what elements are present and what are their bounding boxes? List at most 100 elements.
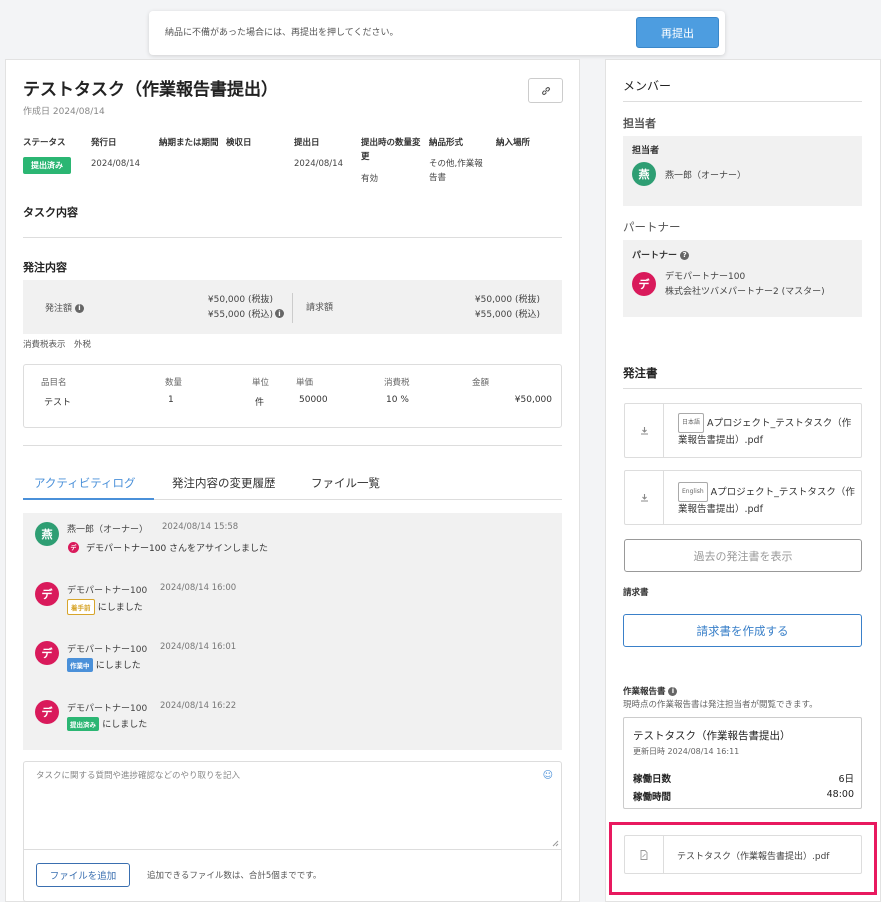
po-title: 発注書 [623,366,658,380]
order-ex-tax: ¥50,000 (税抜) [207,295,273,305]
divider [623,388,862,389]
comment-placeholder: タスクに関する質問や進捗確認などのやり取りを記入 [36,771,241,781]
partner-label-text: パートナー [632,251,678,261]
table-cell: 件 [255,398,265,408]
invoice-title: 請求書 [623,588,649,598]
items-table: 品目名 数量 単位 単価 消費税 金額 テスト 1 件 50000 10 % ¥… [23,364,562,428]
po-doc-name: 日本語 Aプロジェクト_テストタスク（作業報告書提出）.pdf [678,413,858,449]
invoice-in-tax: ¥55,000 (税込) [474,310,540,320]
divider [292,293,293,323]
link-icon [541,86,550,95]
mini-avatar: デ [68,542,79,553]
col-header: 金額 [472,378,490,388]
report-title-text: 作業報告書 [623,687,666,697]
work-hours-label: 稼働時間 [633,792,672,803]
col-header: 単価 [296,378,314,388]
order-amount-label: 発注額 i [45,301,84,314]
activity-user: デモパートナー100 [67,586,148,596]
comment-box: タスクに関する質問や進捗確認などのやり取りを記入 ☺ ファイルを追加 追加できる… [23,761,562,902]
place-header: 納入場所 [496,138,531,148]
assignee-title: 担当者 [623,117,656,130]
invoice-amount-label: 請求額 [306,303,334,313]
language-tag: 日本語 [678,413,705,433]
smile-icon[interactable]: ☺ [543,770,553,781]
task-content-heading: タスク内容 [23,206,78,219]
work-hours-value: 48:00 [826,789,854,800]
col-header: 単位 [252,378,270,388]
table-cell: ¥50,000 [514,395,552,405]
activity-message: デモパートナー100 さんをアサインしました [86,544,269,554]
qty-change-header: 提出時の数量変更 [361,138,421,162]
avatar: デ [35,700,59,724]
activity-user: デモパートナー100 [67,704,148,714]
activity-status-change: 提出済み にしました [67,717,147,731]
report-file-name: テストタスク（作業報告書提出）.pdf [677,852,830,862]
col-header: 消費税 [384,378,410,388]
info-icon[interactable]: i [74,303,84,313]
activity-log: 燕 燕一郎（オーナー） 2024/08/14 15:58 デ デモパートナー10… [23,513,562,750]
copy-link-button[interactable] [528,78,563,103]
activity-time: 2024/08/14 15:58 [162,522,239,532]
avatar: 燕 [35,522,59,546]
order-content-heading: 発注内容 [23,261,67,274]
create-invoice-button[interactable]: 請求書を作成する [623,614,862,647]
work-days-label: 稼働日数 [633,774,672,785]
tab-change-history[interactable]: 発注内容の変更履歴 [172,475,276,491]
past-po-button[interactable]: 過去の発注書を表示 [624,539,862,572]
order-in-tax: ¥55,000 (税込) [207,310,273,320]
status-cell: 提出済み [23,157,71,174]
tab-activity-log[interactable]: アクティビティログ [34,475,136,491]
partner-title: パートナー [623,220,681,234]
col-header: 品目名 [41,378,67,388]
po-doc-name: English Aプロジェクト_テストタスク（作業報告書提出）.pdf [678,482,858,518]
status-badge: 着手前 [67,599,95,615]
info-icon[interactable]: i [275,309,284,318]
table-cell: テスト [44,398,72,408]
po-document-en[interactable]: English Aプロジェクト_テストタスク（作業報告書提出）.pdf [624,470,862,525]
activity-message: にしました [95,661,141,671]
report-card-title: テストタスク（作業報告書提出） [633,730,791,742]
comment-input[interactable]: タスクに関する質問や進捗確認などのやり取りを記入 ☺ [24,762,561,850]
table-cell: 50000 [299,395,328,405]
divider [623,101,862,102]
invoice-ex-tax: ¥50,000 (税抜) [474,295,540,305]
work-days-value: 6日 [838,774,854,785]
report-note: 現時点の作業報告書は発注担当者が閲覧できます。 [623,700,818,710]
partner-company: 株式会社ツバメパートナー2 (マスター) [665,287,825,297]
avatar: デ [632,272,656,296]
members-title: メンバー [623,79,672,93]
report-file[interactable]: テストタスク（作業報告書提出）.pdf [624,835,862,874]
divider [23,445,562,446]
activity-time: 2024/08/14 16:00 [160,583,237,593]
resize-handle-icon[interactable] [552,840,559,847]
download-icon[interactable] [625,471,664,524]
partner-name: デモパートナー100 [665,272,746,282]
resubmit-button[interactable]: 再提出 [636,17,719,48]
tab-file-list[interactable]: ファイル一覧 [311,475,380,491]
assignee-box: 担当者 燕 燕一郎（オーナー） [623,136,862,206]
partner-label: パートナー ? [632,248,690,261]
activity-user: デモパートナー100 [67,645,148,655]
table-cell: 10 % [386,395,409,405]
activity-message: にしました [97,603,143,613]
info-icon[interactable]: i [668,686,678,696]
help-icon[interactable]: ? [680,250,690,260]
avatar: デ [35,641,59,665]
tax-display: 消費税表示 外税 [23,340,92,350]
report-card[interactable]: テストタスク（作業報告書提出） 更新日時 2024/08/14 16:11 稼働… [623,717,862,809]
table-cell: 1 [168,395,174,405]
add-file-button[interactable]: ファイルを追加 [36,863,130,887]
resubmit-banner: 納品に不備があった場合には、再提出を押してください。 再提出 [149,11,725,55]
submit-date-header: 提出日 [294,138,320,148]
assignee-name: 燕一郎（オーナー） [665,171,747,181]
banner-message: 納品に不備があった場合には、再提出を押してください。 [165,28,399,38]
issue-date-header: 発行日 [91,138,117,148]
download-icon[interactable] [625,404,664,457]
format-value: その他,作業報告書 [429,159,483,183]
file-limit-note: 追加できるファイル数は、合計5個までです。 [147,871,322,881]
order-amount-box: 発注額 i ¥50,000 (税抜) ¥55,000 (税込) i 請求額 ¥5… [23,280,562,334]
po-document-ja[interactable]: 日本語 Aプロジェクト_テストタスク（作業報告書提出）.pdf [624,403,862,458]
submit-date-value: 2024/08/14 [294,159,343,169]
avatar: デ [35,582,59,606]
partner-box: パートナー ? デ デモパートナー100 株式会社ツバメパートナー2 (マスター… [623,240,862,317]
